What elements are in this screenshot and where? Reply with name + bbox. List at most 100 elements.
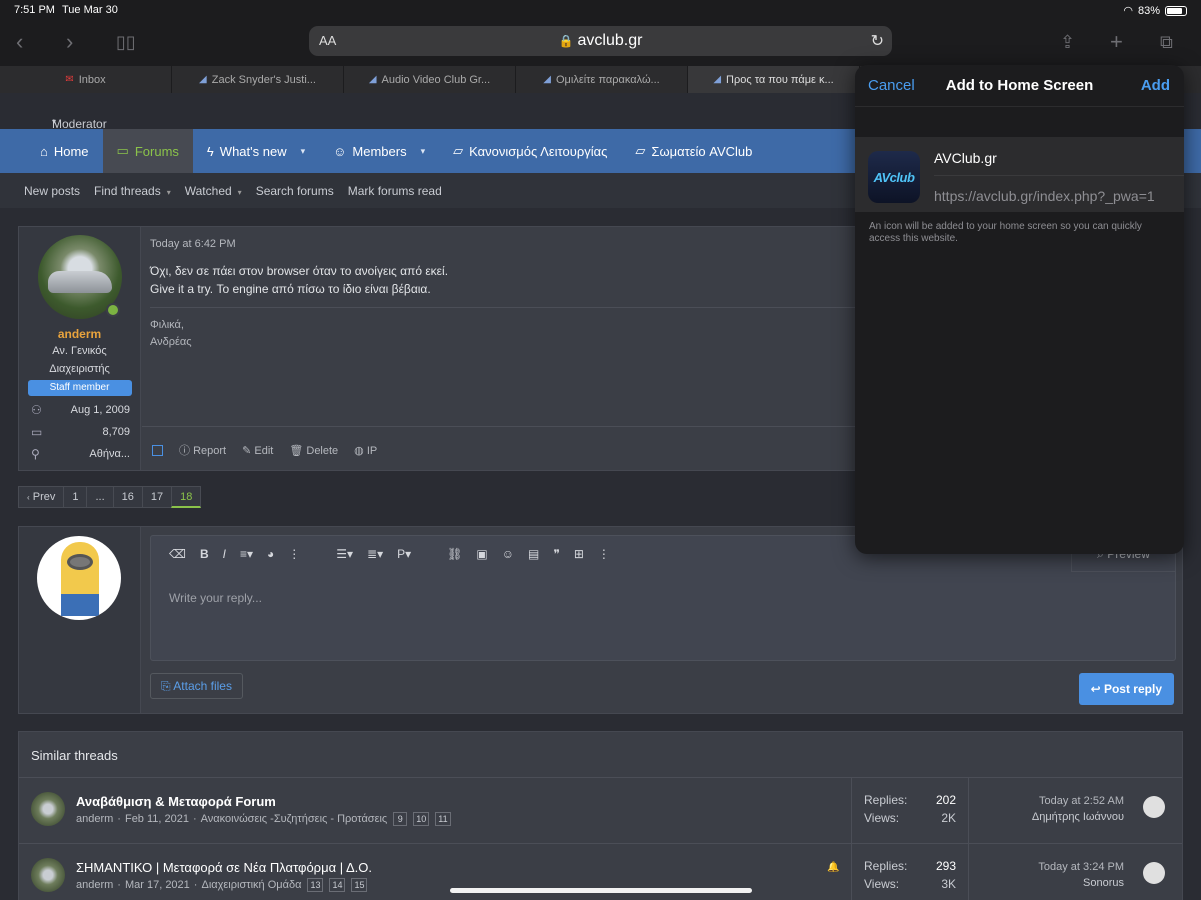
browser-tab[interactable]: ◢ Audio Video Club Gr... — [344, 66, 516, 93]
select-checkbox[interactable] — [152, 444, 163, 456]
share-icon[interactable]: ⇪ — [1060, 28, 1075, 56]
avatar[interactable] — [31, 792, 65, 826]
thread-author[interactable]: anderm — [76, 879, 113, 891]
sheet-spacer — [855, 107, 1184, 138]
post-line: Όχι, δεν σε πάει στον browser όταν το αν… — [150, 264, 449, 278]
actions-divider — [142, 426, 862, 427]
thread-forum[interactable]: Διαχειριστική Ομάδα — [201, 879, 301, 891]
list-icon[interactable]: ☰▾ — [336, 547, 353, 561]
page-link[interactable]: 1 — [63, 486, 88, 508]
subnav-mark-read[interactable]: Mark forums read — [348, 173, 452, 208]
image-icon[interactable]: ▣ — [476, 547, 487, 561]
thread-page-link[interactable]: 9 — [393, 812, 408, 826]
user-icon: ⚇ — [31, 403, 42, 417]
tabs-overview-icon[interactable]: ⧉ — [1160, 28, 1173, 56]
smiley-icon[interactable]: ☺ — [502, 547, 514, 561]
page-ellipsis[interactable]: ... — [86, 486, 114, 508]
url-label: avclub.gr — [577, 32, 643, 49]
thread-title[interactable]: ΣΗΜΑΝΤΙΚΟ | Μεταφορά σε Νέα Πλατφόρμα | … — [76, 860, 372, 875]
last-post-date[interactable]: Today at 3:24 PM — [969, 859, 1124, 875]
subnav-search-forums[interactable]: Search forums — [256, 173, 344, 208]
media-icon[interactable]: ▤ — [528, 547, 539, 561]
nav-association[interactable]: ▱ Σωματείο AVClub — [621, 129, 766, 173]
italic-icon[interactable]: I — [223, 547, 226, 561]
app-name-field[interactable]: AVClub.gr — [934, 150, 997, 166]
post-reply-label: Post reply — [1103, 682, 1162, 696]
thread-row[interactable]: Αναβάθμιση & Μεταφορά Forum anderm · Feb … — [19, 778, 1182, 844]
car-image — [47, 271, 112, 293]
attach-files-button[interactable]: ⎘ Attach files — [150, 673, 243, 699]
back-icon[interactable]: ‹ — [16, 28, 23, 56]
home-indicator[interactable] — [450, 888, 752, 893]
paragraph-icon[interactable]: P▾ — [397, 547, 411, 561]
user-messages: ▭ 8,709 — [19, 424, 140, 440]
avatar[interactable] — [31, 858, 65, 892]
avatar[interactable] — [37, 235, 122, 319]
nav-whats-new[interactable]: ϟ What's new ▾ — [193, 129, 319, 173]
avatar[interactable] — [37, 536, 121, 620]
thread-page-link[interactable]: 14 — [329, 878, 346, 892]
subnav-find-threads[interactable]: Find threads ▾ — [94, 173, 181, 208]
thread-page-link[interactable]: 13 — [307, 878, 324, 892]
report-button[interactable]: ⓘ Report — [179, 442, 226, 458]
separator: · — [117, 879, 121, 891]
link-icon[interactable]: ⛓ — [447, 547, 462, 561]
ip-button[interactable]: ◍ IP — [354, 444, 377, 457]
nav-members[interactable]: ☺ Members ▾ — [319, 129, 439, 173]
edit-button[interactable]: ✎ Edit — [242, 444, 273, 457]
browser-tab[interactable]: ✉ Inbox — [0, 66, 172, 93]
page-link[interactable]: 17 — [141, 486, 173, 508]
avatar[interactable] — [1143, 862, 1165, 884]
thread-title[interactable]: Αναβάθμιση & Μεταφορά Forum — [76, 794, 276, 809]
bold-icon[interactable]: B — [200, 547, 209, 561]
align-icon[interactable]: ≣▾ — [367, 547, 383, 561]
new-tab-icon[interactable]: + — [1110, 28, 1123, 56]
subnav-watched[interactable]: Watched ▾ — [185, 173, 252, 208]
thread-forum[interactable]: Ανακοινώσεις -Συζητήσεις - Προτάσεις — [201, 813, 388, 825]
delete-button[interactable]: 🗑 Delete — [289, 444, 338, 457]
chevron-down-icon[interactable]: ▾ — [301, 146, 306, 157]
comments-icon: ▭ — [116, 143, 129, 158]
browser-tab[interactable]: ◢ Ομιλείτε παρακαλώ... — [516, 66, 688, 93]
more-icon[interactable]: ⋮ — [288, 547, 300, 561]
views-label: Views: — [864, 811, 900, 825]
nav-rules[interactable]: ▱ Κανονισμός Λειτουργίας — [439, 129, 621, 173]
nav-label: Members — [352, 143, 407, 159]
palette-icon[interactable]: ◕ — [267, 547, 274, 561]
thread-author[interactable]: anderm — [76, 813, 113, 825]
thread-page-link[interactable]: 15 — [351, 878, 368, 892]
thread-date[interactable]: Feb 11, 2021 — [125, 813, 189, 825]
bell-icon: 🔔 — [827, 862, 840, 873]
last-post-user[interactable]: Δημήτρης Ιωάννου — [969, 809, 1124, 825]
text-options-icon[interactable]: ≡▾ — [240, 547, 253, 561]
thread-date[interactable]: Mar 17, 2021 — [125, 879, 190, 891]
add-button[interactable]: Add — [1141, 77, 1170, 94]
last-post-date[interactable]: Today at 2:52 AM — [969, 793, 1124, 809]
bookmarks-icon[interactable]: ▯▯ — [116, 28, 136, 56]
forward-icon[interactable]: › — [66, 28, 73, 56]
last-post-user[interactable]: Sonorus — [969, 875, 1124, 891]
nav-home[interactable]: ⌂ Home — [26, 129, 103, 173]
address-bar[interactable]: AA 🔒 avclub.gr ↻ — [309, 26, 892, 56]
thread-page-link[interactable]: 10 — [413, 812, 430, 826]
chevron-down-icon: ▾ — [166, 188, 171, 197]
quote-icon[interactable]: ❞ — [553, 547, 559, 561]
joined-value: Aug 1, 2009 — [70, 404, 130, 416]
thread-page-link[interactable]: 11 — [435, 812, 451, 826]
avatar[interactable] — [1143, 796, 1165, 818]
more-icon[interactable]: ⋮ — [598, 547, 610, 561]
username[interactable]: anderm — [19, 327, 140, 341]
prev-page-button[interactable]: ‹ Prev — [18, 486, 65, 508]
nav-forums[interactable]: ▭ Forums — [102, 129, 193, 173]
chevron-down-icon[interactable]: ▾ — [421, 146, 426, 157]
reload-icon[interactable]: ↻ — [871, 31, 884, 51]
subnav-new-posts[interactable]: New posts — [24, 173, 90, 208]
table-icon[interactable]: ⊞ — [574, 547, 584, 561]
eraser-icon[interactable]: ⌫ — [169, 547, 186, 561]
post-reply-button[interactable]: ↩ Post reply — [1078, 673, 1174, 705]
post-date[interactable]: Today at 6:42 PM — [150, 238, 236, 250]
page-current[interactable]: 18 — [171, 486, 202, 508]
browser-tab-active[interactable]: ◢ Προς τα που πάμε κ... — [688, 66, 860, 93]
browser-tab[interactable]: ◢ Zack Snyder's Justi... — [172, 66, 344, 93]
page-link[interactable]: 16 — [112, 486, 143, 508]
